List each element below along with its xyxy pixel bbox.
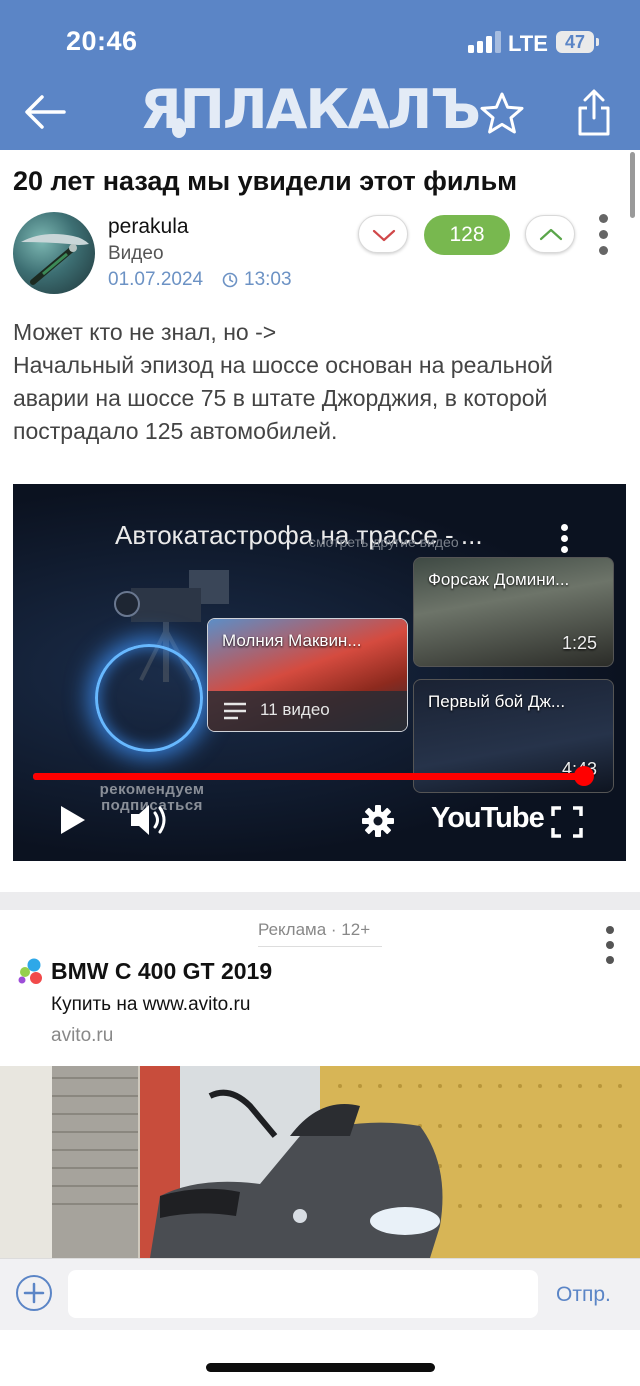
vote-up-button[interactable]	[525, 215, 575, 253]
ad-image[interactable]	[0, 1066, 640, 1258]
fullscreen-icon[interactable]	[551, 806, 583, 838]
back-arrow-icon[interactable]	[22, 92, 68, 132]
post-category[interactable]: Видео	[108, 243, 164, 265]
post-time: 13:03	[244, 269, 292, 290]
progress-fill	[33, 773, 585, 780]
send-button[interactable]: Отпр.	[556, 1283, 611, 1307]
avatar[interactable]	[13, 212, 95, 294]
post-menu-icon[interactable]	[596, 214, 612, 256]
status-time: 20:46	[66, 26, 138, 56]
chevron-down-icon	[372, 229, 396, 242]
site-logo[interactable]: ЯПЛАКАЛЪ	[140, 82, 481, 138]
ad-title[interactable]: BMW C 400 GT 2019	[51, 958, 272, 985]
star-icon[interactable]	[478, 90, 526, 138]
ad-menu-icon[interactable]	[604, 926, 618, 966]
home-area	[0, 1330, 640, 1386]
home-indicator[interactable]	[206, 1363, 435, 1372]
top-header: 20:46 LTE 47 ЯПЛАКАЛЪ	[0, 0, 640, 150]
scrollbar[interactable]	[630, 152, 635, 218]
comment-input[interactable]	[68, 1270, 538, 1318]
video-menu-icon[interactable]	[559, 524, 571, 554]
network-type: LTE	[508, 31, 548, 56]
post-text: Может кто не знал, но -> Начальный эпизо…	[13, 319, 553, 444]
add-attachment-button[interactable]	[16, 1275, 52, 1311]
logo-drop-icon	[172, 118, 186, 138]
comment-bar: Отпр.	[0, 1258, 640, 1330]
video-player[interactable]: Автокатастрофа на трассе - ... смотреть …	[13, 484, 626, 861]
post-title[interactable]: 20 лет назад мы увидели этот фильм	[13, 166, 517, 197]
playlist-card[interactable]: Молния Маквин... 11 видео	[207, 618, 408, 732]
battery-indicator: 47	[556, 31, 599, 53]
vote-down-button[interactable]	[358, 215, 408, 253]
ad-domain[interactable]: avito.ru	[51, 1025, 113, 1047]
play-icon[interactable]	[59, 804, 87, 836]
plus-icon	[23, 1282, 45, 1304]
clock-icon	[222, 272, 238, 288]
glowing-ring	[95, 644, 203, 752]
avito-logo-icon	[18, 958, 42, 984]
ad-label: Реклама · 12+	[258, 920, 371, 939]
chevron-up-icon	[539, 228, 563, 241]
signal-strength-icon	[468, 31, 502, 53]
playlist-icon	[224, 702, 246, 720]
related-video-1[interactable]: Форсаж Домини... 1:25	[413, 557, 614, 667]
rating-badge: 128	[424, 215, 510, 255]
youtube-logo[interactable]: YouTube	[431, 802, 545, 835]
volume-icon[interactable]	[129, 802, 169, 838]
playlist-title: Молния Маквин...	[222, 631, 362, 650]
post-date: 01.07.2024	[108, 269, 204, 290]
ad-label-underline	[258, 946, 382, 947]
author-name[interactable]: perakula	[108, 215, 189, 239]
settings-gear-icon[interactable]	[361, 804, 395, 838]
section-divider	[0, 892, 640, 910]
ad-subtitle[interactable]: Купить на www.avito.ru	[51, 994, 250, 1016]
playlist-count: 11 видео	[260, 700, 330, 719]
share-icon[interactable]	[572, 88, 616, 138]
more-videos-label: смотреть другие видео	[309, 534, 459, 550]
video-progress-bar[interactable]	[33, 766, 595, 786]
related-video-duration: 1:25	[561, 633, 597, 653]
related-video-title: Форсаж Домини...	[428, 570, 570, 589]
related-video-title: Первый бой Дж...	[428, 692, 566, 711]
